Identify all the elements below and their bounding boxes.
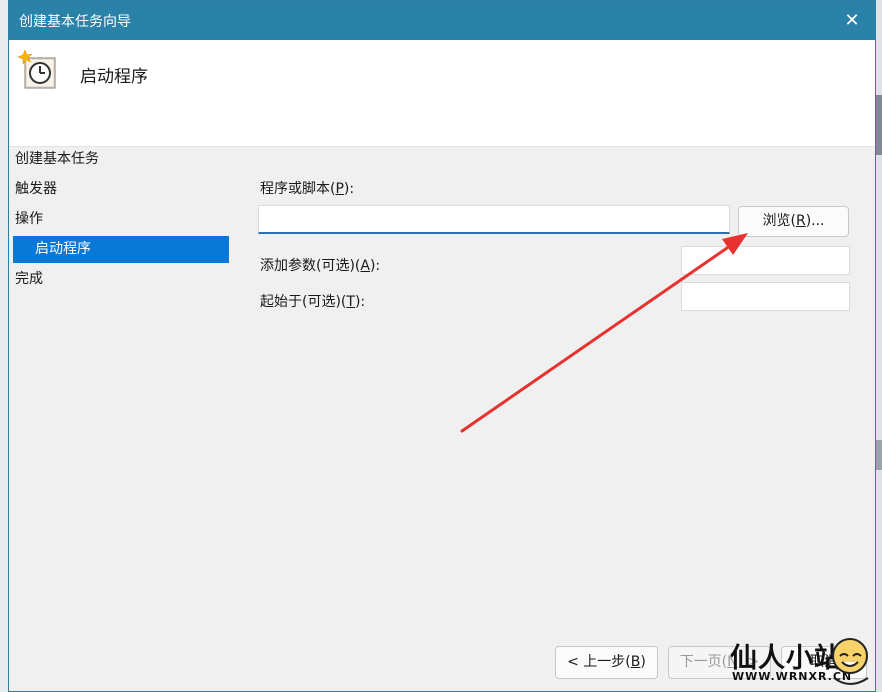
step-create-basic-task[interactable]: 创建基本任务 — [15, 148, 99, 168]
step-action[interactable]: 操作 — [15, 208, 43, 228]
background-scrollbar-thumb — [876, 440, 882, 470]
program-script-input[interactable] — [258, 205, 730, 234]
add-arguments-input[interactable] — [681, 246, 850, 275]
background-scrollbar — [876, 95, 882, 155]
start-in-input[interactable] — [681, 282, 850, 311]
smiley-mascot-icon — [832, 638, 869, 685]
step-start-program[interactable]: 启动程序 — [13, 236, 229, 263]
step-finish[interactable]: 完成 — [15, 268, 43, 288]
create-basic-task-wizard-dialog: 创建基本任务向导 ✕ 启动程序 创建基本任务 触发器 操作 启动程序 完成 程序… — [8, 0, 876, 692]
back-button[interactable]: < 上一步(B) — [555, 646, 658, 679]
step-trigger[interactable]: 触发器 — [15, 178, 57, 198]
close-button[interactable]: ✕ — [829, 1, 875, 40]
wizard-header: 启动程序 — [9, 40, 875, 147]
task-scheduler-clock-icon — [17, 49, 56, 89]
watermark: 仙人小站 WWW.WRNXR.CN — [728, 634, 878, 690]
browse-button[interactable]: 浏览(R)... — [738, 206, 849, 237]
title-bar[interactable]: 创建基本任务向导 ✕ — [9, 1, 875, 40]
window-title: 创建基本任务向导 — [19, 14, 131, 30]
step-start-program-label: 启动程序 — [35, 241, 91, 257]
add-arguments-label: 添加参数(可选)(A): — [260, 258, 381, 274]
start-in-label: 起始于(可选)(T): — [260, 294, 366, 310]
close-icon: ✕ — [844, 10, 860, 31]
page-title: 启动程序 — [80, 67, 148, 87]
background-window-right-edge — [876, 0, 882, 692]
program-script-label: 程序或脚本(P): — [260, 181, 355, 197]
